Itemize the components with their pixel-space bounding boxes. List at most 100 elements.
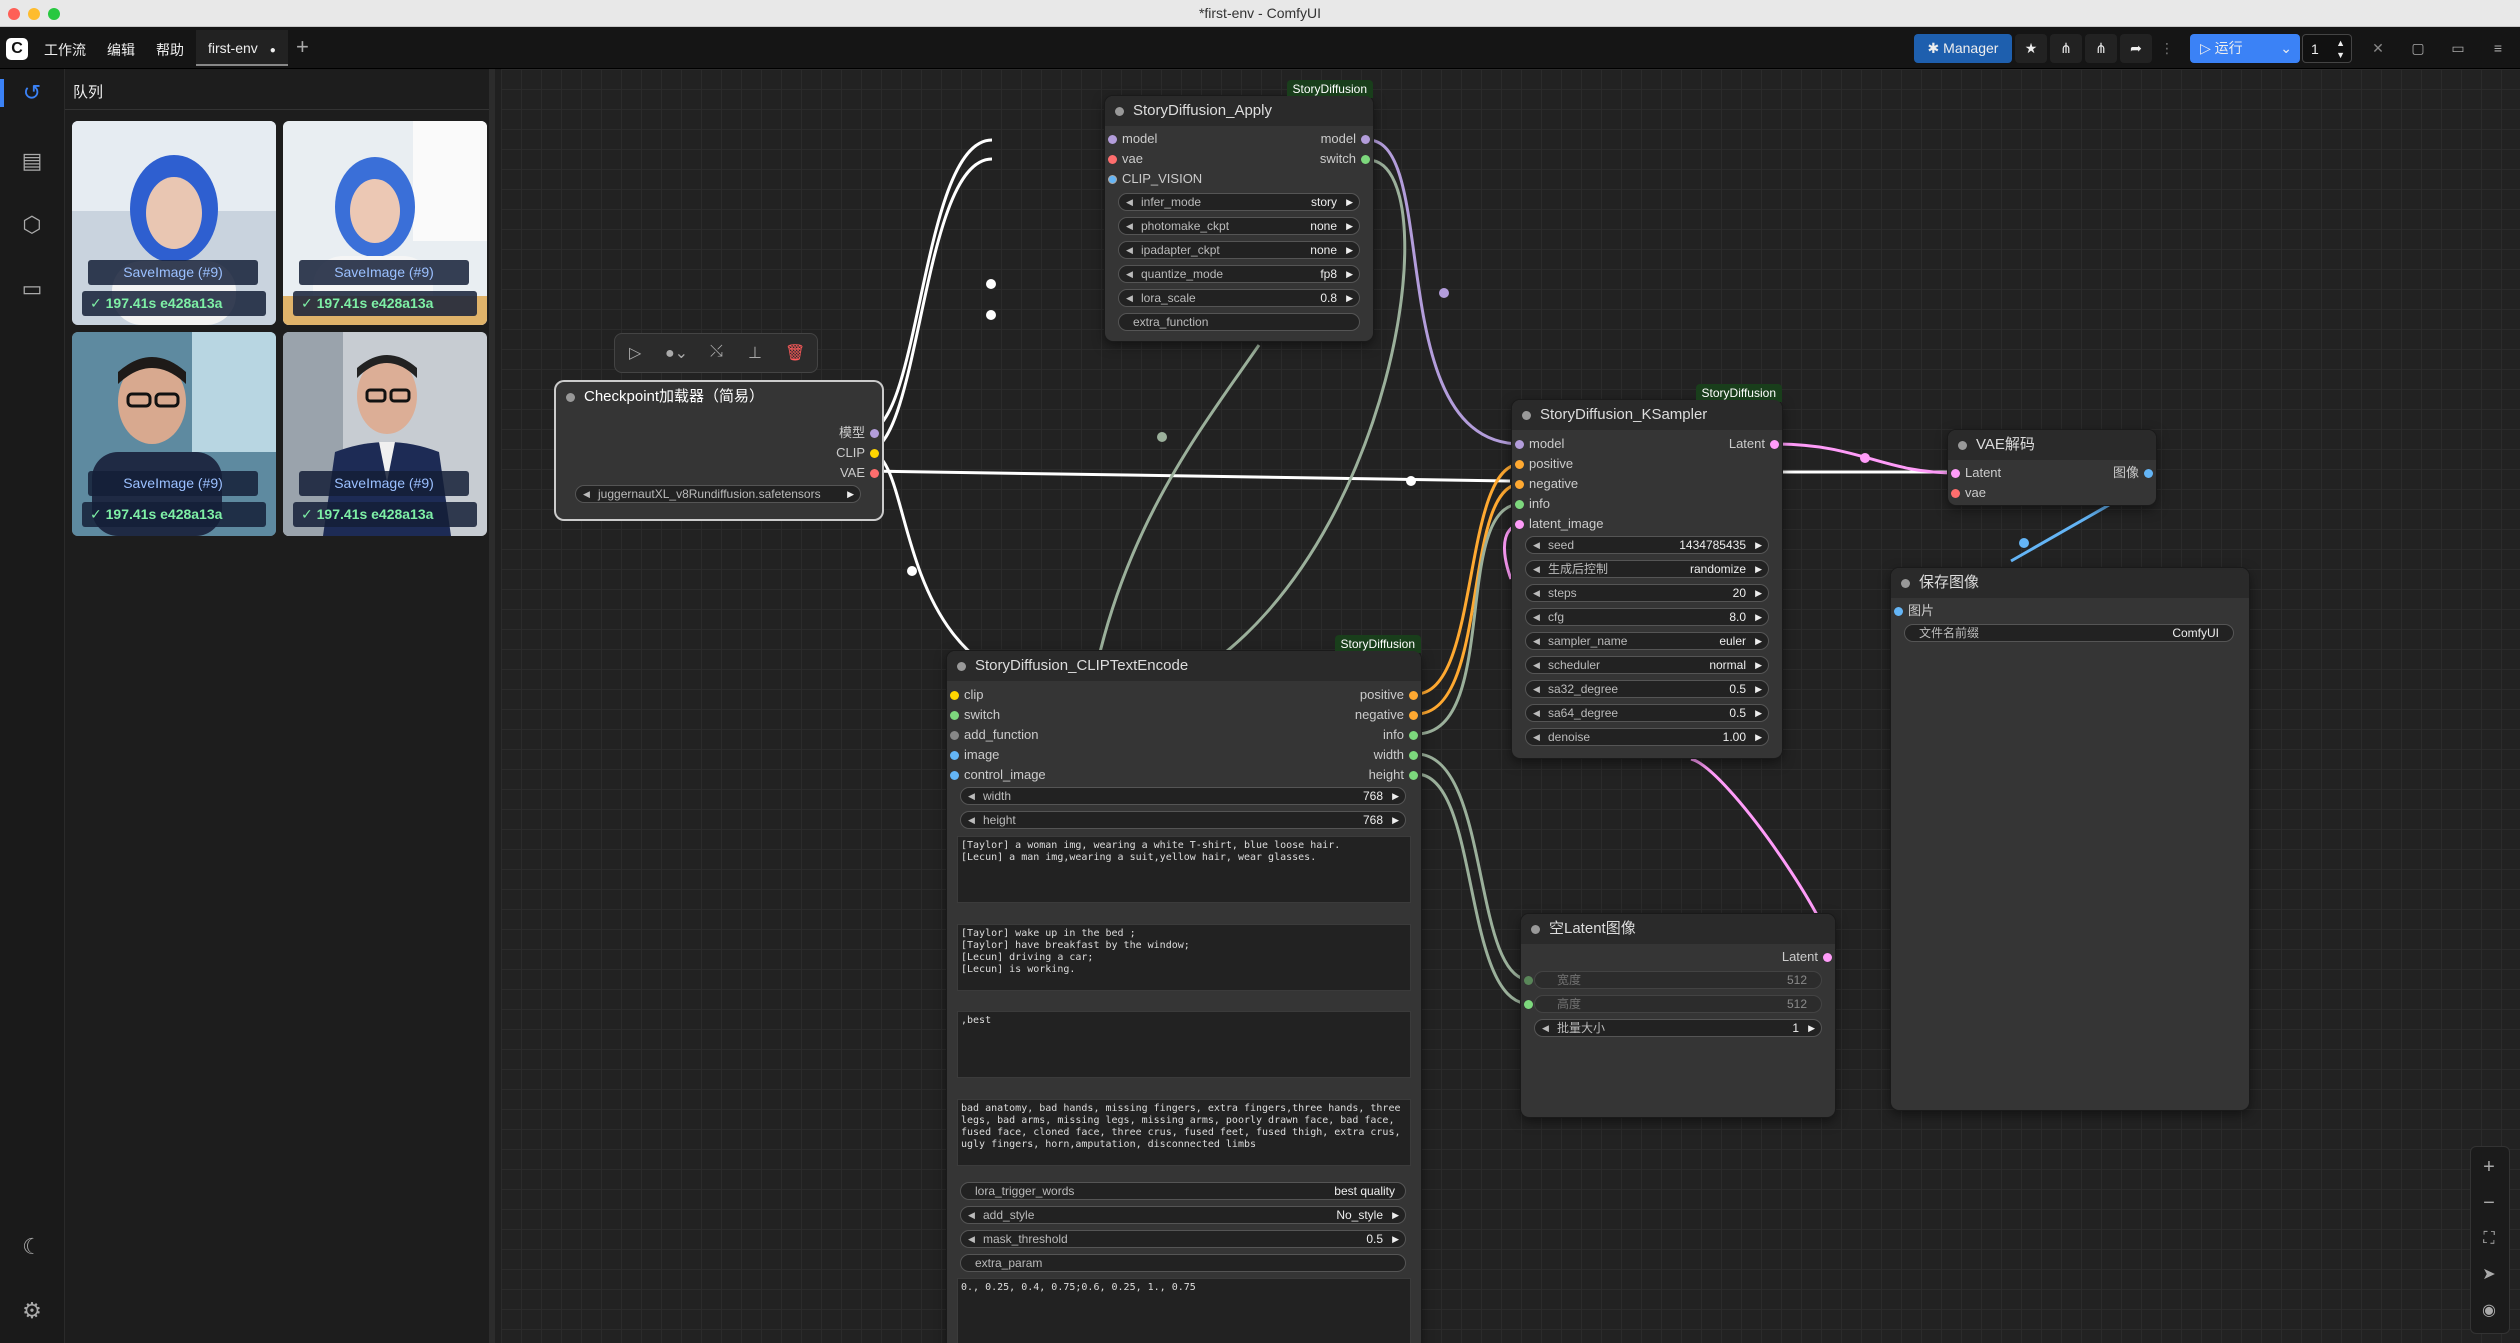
output-model[interactable]: model (1321, 130, 1370, 148)
queue-thumbnail[interactable]: SaveImage (#9) ✓ 197.41s e428a13a (72, 121, 276, 325)
output-latent[interactable]: Latent (1729, 435, 1779, 453)
negative-prompt-textarea[interactable]: bad anatomy, bad hands, missing fingers,… (957, 1099, 1411, 1166)
input-images[interactable]: 图片 (1894, 602, 1934, 620)
widget-ipadapter-ckpt[interactable]: ◀ ipadapter_ckpt none ▶ (1118, 241, 1360, 259)
output-height[interactable]: height (1369, 766, 1418, 784)
node-title[interactable]: 空Latent图像 (1521, 914, 1835, 944)
widget-extra-function[interactable]: extra_function (1118, 313, 1360, 331)
input-latent[interactable]: Latent (1951, 464, 2001, 482)
input-vae[interactable]: vae (1108, 150, 1143, 168)
widget-height[interactable]: 高度 512 (1534, 995, 1822, 1013)
scene-prompt-textarea[interactable]: [Taylor] wake up in the bed ; [Taylor] h… (957, 924, 1411, 991)
node-title[interactable]: StoryDiffusion_KSampler (1512, 400, 1782, 430)
cancel-run-button[interactable]: ✕ (2366, 34, 2390, 63)
node-checkpoint-loader[interactable]: Checkpoint加载器（简易） 模型 CLIP VAE ◀ juggernau… (556, 382, 882, 519)
input-clip-vision[interactable]: CLIP_VISION (1108, 170, 1202, 188)
widget-batch-size[interactable]: ◀ 批量大小 1 ▶ (1534, 1019, 1822, 1037)
widget-sa64-degree[interactable]: ◀ sa64_degree 0.5 ▶ (1525, 704, 1769, 722)
node-save-image[interactable]: 保存图像 图片 文件名前缀 ComfyUI (1891, 568, 2249, 1110)
reroute-dot[interactable] (1157, 432, 1167, 442)
reroute-dot[interactable] (1860, 453, 1870, 463)
node-empty-latent-image[interactable]: 空Latent图像 Latent 宽度 512 高度 512 ◀ 批量大小 1 ▶ (1521, 914, 1835, 1117)
widget-steps[interactable]: ◀ steps 20 ▶ (1525, 584, 1769, 602)
output-width[interactable]: width (1374, 746, 1418, 764)
focus-mode-button[interactable]: ▢ (2406, 34, 2430, 63)
node-title[interactable]: Checkpoint加载器（简易） (556, 382, 882, 412)
workflow-tab[interactable]: first-env ● (196, 30, 288, 66)
node-library-icon[interactable]: ▤ (18, 147, 46, 175)
model-download-button[interactable]: ⋔ (2085, 34, 2117, 63)
widget-scheduler[interactable]: ◀ scheduler normal ▶ (1525, 656, 1769, 674)
fit-view-icon[interactable]: ⛶ (2475, 1225, 2503, 1253)
input-switch[interactable]: switch (950, 706, 1000, 724)
output-image[interactable]: 图像 (2113, 464, 2153, 482)
input-control-image[interactable]: control_image (950, 766, 1046, 784)
model-library-icon[interactable]: ⬡ (18, 211, 46, 239)
reroute-dot[interactable] (2019, 538, 2029, 548)
widget-quantize-mode[interactable]: ◀ quantize_mode fp8 ▶ (1118, 265, 1360, 283)
graph-canvas[interactable]: ▷ ●⌄ ⤯ ⊥ 🗑 StoryDiffusion StoryDiffusion… (501, 69, 2520, 1343)
node-title[interactable]: StoryDiffusion_CLIPTextEncode (947, 651, 1421, 681)
reroute-dot[interactable] (1439, 288, 1449, 298)
drag-handle-icon[interactable]: ⋮ (2160, 34, 2174, 63)
input-image[interactable]: image (950, 746, 999, 764)
output-positive[interactable]: positive (1360, 686, 1418, 704)
output-negative[interactable]: negative (1355, 706, 1418, 724)
hamburger-menu-button[interactable]: ≡ (2486, 34, 2510, 63)
run-button[interactable]: ▷ 运行 ⌄ (2190, 34, 2300, 63)
node-title[interactable]: StoryDiffusion_Apply (1105, 96, 1373, 126)
output-clip[interactable]: CLIP (836, 444, 879, 462)
star-button[interactable]: ★ (2015, 34, 2047, 63)
select-mode-icon[interactable]: ➤ (2475, 1261, 2503, 1289)
widget-seed[interactable]: ◀ seed 1434785435 ▶ (1525, 536, 1769, 554)
queue-thumbnail[interactable]: SaveImage (#9) ✓ 197.41s e428a13a (283, 121, 487, 325)
reroute-dot[interactable] (986, 310, 996, 320)
manager-button[interactable]: ✱ Manager (1914, 34, 2012, 63)
widget-height[interactable]: ◀ height 768 ▶ (960, 811, 1406, 829)
input-vae[interactable]: vae (1951, 484, 1986, 502)
input-negative[interactable]: negative (1515, 475, 1578, 493)
toggle-links-eye-icon[interactable]: ◉ (2475, 1297, 2503, 1325)
batch-stepper-icon[interactable]: ▲ ▼ (2336, 37, 2345, 61)
widget-photomake-ckpt[interactable]: ◀ photomake_ckpt none ▶ (1118, 217, 1360, 235)
widget-sa32-degree[interactable]: ◀ sa32_degree 0.5 ▶ (1525, 680, 1769, 698)
zoom-in-icon[interactable]: + (2475, 1153, 2503, 1181)
input-latent-image[interactable]: latent_image (1515, 515, 1603, 533)
zoom-out-icon[interactable]: − (2475, 1189, 2503, 1217)
queue-history-icon[interactable]: ↺ (18, 79, 46, 107)
output-switch[interactable]: switch (1320, 150, 1370, 168)
node-vae-decode[interactable]: VAE解码 Latent vae 图像 (1948, 430, 2156, 505)
widget-lora-scale[interactable]: ◀ lora_scale 0.8 ▶ (1118, 289, 1360, 307)
menu-workflow[interactable]: 工作流 (44, 40, 86, 60)
character-prompt-textarea[interactable]: [Taylor] a woman img, wearing a white T-… (957, 836, 1411, 903)
input-model[interactable]: model (1515, 435, 1564, 453)
node-title[interactable]: VAE解码 (1948, 430, 2156, 460)
share-button[interactable]: ➦ (2120, 34, 2152, 63)
reroute-dot[interactable] (907, 566, 917, 576)
widget-infer-mode[interactable]: ◀ infer_mode story ▶ (1118, 193, 1360, 211)
input-add-function[interactable]: add_function (950, 726, 1038, 744)
widget-denoise[interactable]: ◀ denoise 1.00 ▶ (1525, 728, 1769, 746)
widget-width[interactable]: ◀ width 768 ▶ (960, 787, 1406, 805)
new-tab-button[interactable]: + (296, 34, 309, 60)
node-storydiffusion-cliptextencode[interactable]: StoryDiffusion StoryDiffusion_CLIPTextEn… (947, 635, 1421, 1343)
pin-icon[interactable]: ⊥ (748, 343, 762, 363)
bypass-icon[interactable]: ⤯ (710, 343, 723, 361)
output-model[interactable]: 模型 (839, 424, 879, 442)
style-prompt-textarea[interactable]: ,best (957, 1011, 1411, 1078)
output-vae[interactable]: VAE (840, 464, 879, 482)
widget-cfg[interactable]: ◀ cfg 8.0 ▶ (1525, 608, 1769, 626)
input-info[interactable]: info (1515, 495, 1550, 513)
queue-thumbnail[interactable]: SaveImage (#9) ✓ 197.41s e428a13a (283, 332, 487, 536)
widget-control-after-generate[interactable]: ◀ 生成后控制 randomize ▶ (1525, 560, 1769, 578)
menu-help[interactable]: 帮助 (156, 40, 184, 60)
share-graph-button[interactable]: ⋔ (2050, 34, 2082, 63)
trash-icon[interactable]: 🗑 (785, 343, 805, 363)
input-model[interactable]: model (1108, 130, 1157, 148)
output-latent[interactable]: Latent (1782, 948, 1832, 966)
bottom-panel-button[interactable]: ▭ (2446, 34, 2470, 63)
theme-moon-icon[interactable]: ☾ (18, 1233, 46, 1261)
input-positive[interactable]: positive (1515, 455, 1573, 473)
output-info[interactable]: info (1383, 726, 1418, 744)
widget-add-style[interactable]: ◀ add_style No_style ▶ (960, 1206, 1406, 1224)
